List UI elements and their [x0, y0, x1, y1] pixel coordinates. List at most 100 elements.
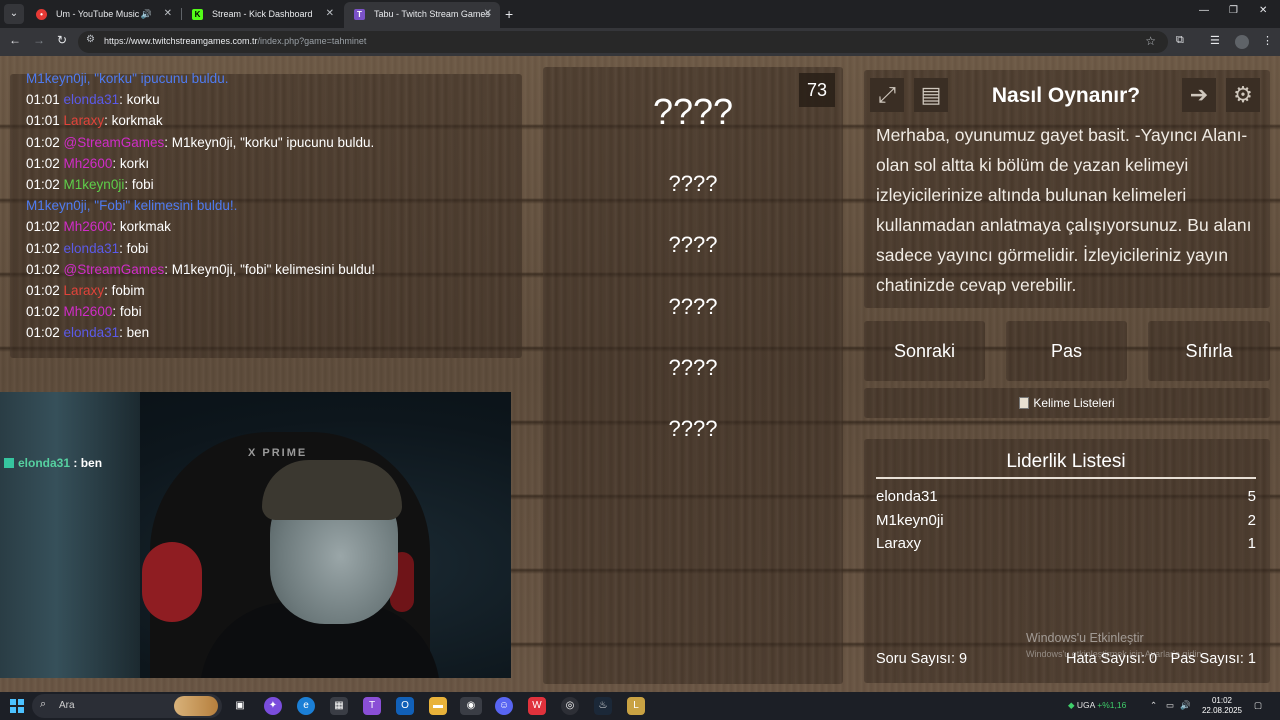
notes-icon[interactable]: ▤ [914, 78, 948, 112]
chat-separator: : [119, 240, 127, 256]
chrome-icon[interactable]: ◉ [460, 697, 482, 715]
chat-username[interactable]: Laraxy [64, 283, 105, 298]
word-lists-button[interactable]: Kelime Listeleri [864, 388, 1270, 418]
chat-separator: : [112, 304, 120, 320]
tab-youtube-music[interactable]: • Um - YouTube Music 🔊 ✕ [26, 2, 180, 28]
chat-username[interactable]: M1keyn0ji, [26, 198, 94, 213]
network-icon[interactable]: ▭ [1166, 700, 1174, 711]
leaderboard-row: M1keyn0ji 2 [876, 512, 1256, 529]
file-explorer-icon[interactable]: ▬ [429, 697, 447, 715]
speaker-icon[interactable]: 🔊 [141, 2, 152, 26]
how-to-play-panel: ⤢ ▤ Nasıl Oynanır? ➔ ⚙ Merhaba, oyunumuz… [864, 70, 1270, 308]
minimize-icon[interactable]: — [1199, 5, 1209, 16]
chat-timestamp: 01:01 [26, 113, 64, 129]
discord-icon[interactable]: ☺ [495, 697, 513, 715]
forbidden-word: ???? [668, 294, 718, 319]
chat-text: korkı [119, 155, 150, 171]
main-word: ???? [652, 91, 734, 132]
profile-avatar[interactable] [1235, 35, 1249, 49]
chat-message: 01:02 elonda31: fobi [26, 238, 516, 259]
settings-gear-icon[interactable]: ⚙ [1226, 78, 1260, 112]
obs-icon[interactable]: ◎ [561, 697, 579, 715]
back-arrow-icon[interactable]: ← [9, 33, 21, 47]
windows-start-icon[interactable] [10, 699, 24, 713]
edge-icon[interactable]: e [297, 697, 315, 715]
chat-username[interactable]: Mh2600 [64, 219, 113, 234]
chat-timestamp: 01:02 [26, 176, 64, 192]
logout-icon[interactable]: ➔ [1182, 78, 1216, 112]
chat-username[interactable]: M1keyn0ji [64, 177, 125, 192]
next-button[interactable]: Sonraki [864, 321, 985, 381]
chat-text: korku [126, 92, 160, 108]
fullscreen-icon[interactable]: ⤢ [870, 78, 904, 112]
chat-username[interactable]: elonda31 [64, 92, 120, 107]
chat-username[interactable]: @StreamGames [64, 262, 165, 277]
notification-icon[interactable]: ▢ [1254, 700, 1262, 711]
tab-tabu-stream-games[interactable]: T Tabu - Twitch Stream Games ✕ [344, 2, 500, 28]
restore-icon[interactable]: ❐ [1229, 5, 1238, 16]
window-close-icon[interactable]: ✕ [1259, 5, 1267, 16]
chat-text: fobim [111, 282, 145, 298]
word-panel: 73 ???? ???? ???? ???? ???? ???? [543, 67, 843, 684]
volume-icon[interactable]: 🔊 [1180, 700, 1191, 711]
extensions-icon[interactable]: ⧉ [1176, 34, 1184, 47]
steam-icon[interactable]: ♨ [594, 697, 612, 715]
leaderboard-score: 5 [1247, 488, 1256, 505]
forbidden-word: ???? [668, 416, 718, 441]
chat-timestamp: 01:02 [26, 240, 64, 256]
webcam-chat-overlay: elonda31 : ben [4, 456, 102, 470]
how-to-play-text: Merhaba, oyunumuz gayet basit. -Yayıncı … [876, 125, 1252, 295]
chat-username[interactable]: Laraxy [64, 113, 105, 128]
bookmark-star-icon[interactable]: ☆ [1145, 34, 1156, 48]
reset-button[interactable]: Sıfırla [1148, 321, 1270, 381]
chat-timestamp: 01:02 [26, 134, 64, 150]
chat-username[interactable]: @StreamGames [64, 135, 165, 150]
pass-button[interactable]: Pas [1006, 321, 1127, 381]
taskbar-search[interactable]: ⌕ Ara [32, 694, 222, 718]
outlook-icon[interactable]: O [396, 697, 414, 715]
chat-message: 01:02 elonda31: ben [26, 322, 516, 343]
chat-username[interactable]: elonda31 [64, 325, 120, 340]
copilot-icon[interactable]: ✦ [264, 697, 282, 715]
twitch-stream-games-icon: T [354, 9, 365, 20]
forward-arrow-icon[interactable]: → [33, 33, 45, 47]
tab-title: Tabu - Twitch Stream Games [374, 9, 490, 19]
chat-username[interactable]: M1keyn0ji, [26, 71, 94, 86]
chat-timestamp: 01:02 [26, 155, 64, 171]
windows-activation-subtext: Windows'u etkinleştirmek için Ayarlar'a … [1026, 649, 1204, 659]
league-icon[interactable]: L [627, 697, 645, 715]
leaderboard-name: M1keyn0ji [876, 512, 944, 529]
new-tab-button[interactable]: + [505, 4, 513, 24]
address-bar[interactable]: ⚙ https://www.twitchstreamgames.com.tr/i… [78, 31, 1168, 53]
chat-username[interactable]: Mh2600 [64, 156, 113, 171]
chat-badge-icon [4, 458, 14, 468]
close-tab-icon[interactable]: ✕ [326, 2, 334, 26]
app-w-icon[interactable]: W [528, 697, 546, 715]
stock-trend-icon: ◆ [1068, 700, 1075, 710]
task-view-icon[interactable]: ▣ [231, 697, 249, 715]
chat-username[interactable]: Mh2600 [64, 304, 113, 319]
reading-list-icon[interactable]: ☰ [1210, 34, 1220, 47]
tab-title: Um - YouTube Music [56, 9, 140, 19]
url-text[interactable]: https://www.twitchstreamgames.com.tr/ind… [104, 36, 366, 46]
reload-icon[interactable]: ↻ [57, 33, 67, 47]
menu-dots-icon[interactable]: ⋮ [1262, 34, 1273, 47]
store-icon[interactable]: ▦ [330, 697, 348, 715]
system-clock[interactable]: 01:02 22.08.2025 [1196, 696, 1248, 716]
tray-chevron-icon[interactable]: ⌃ [1150, 700, 1157, 711]
webcam-background [0, 392, 140, 678]
chat-separator: : [124, 176, 132, 192]
chat-message: M1keyn0ji, "korku" ipucunu buldu. [26, 68, 516, 89]
site-info-icon[interactable]: ⚙ [86, 34, 95, 45]
chat-text: "korku" ipucunu buldu. [94, 71, 229, 86]
leaderboard-score: 1 [1247, 535, 1256, 552]
close-tab-icon[interactable]: ✕ [164, 2, 172, 26]
tab-search-button[interactable]: ⌄ [4, 4, 24, 24]
close-tab-icon[interactable]: ✕ [484, 2, 492, 26]
kick-icon: K [192, 9, 203, 20]
chat-username[interactable]: elonda31 [64, 241, 120, 256]
teams-icon[interactable]: T [363, 697, 381, 715]
tab-kick-dashboard[interactable]: K Stream - Kick Dashboard ✕ [182, 2, 342, 28]
windows-taskbar: ⌕ Ara ▣ ✦ e ▦ T O ▬ ◉ ☺ W ◎ ♨ L ◆ UGA +%… [0, 692, 1280, 720]
stock-widget[interactable]: ◆ UGA +%1,16 [1068, 700, 1126, 711]
